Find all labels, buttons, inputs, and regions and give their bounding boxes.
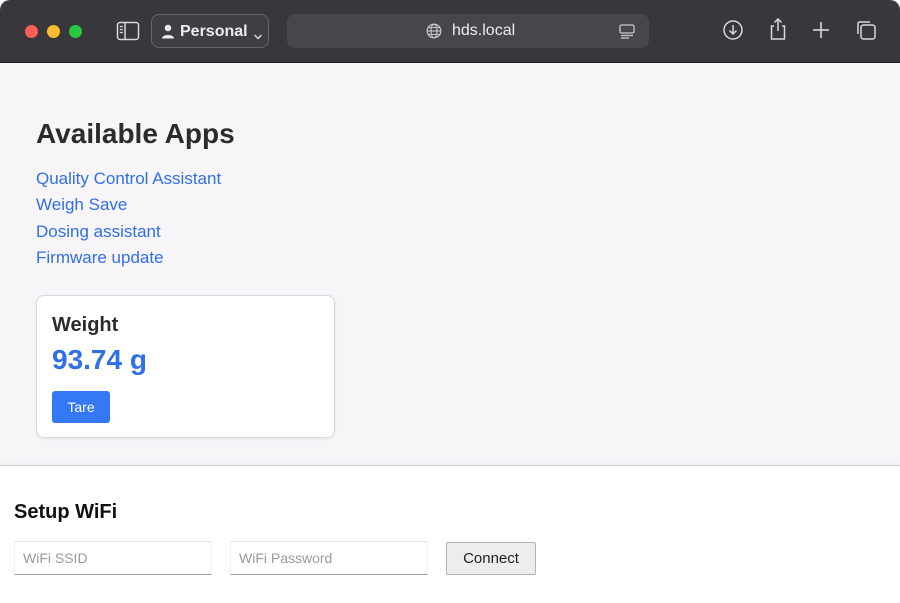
tab-overview-icon[interactable]: [855, 19, 877, 41]
chevron-down-icon: [253, 28, 263, 40]
sidebar-icon[interactable]: [116, 20, 140, 42]
address-bar[interactable]: hds.local: [287, 14, 649, 48]
app-link-weigh-save[interactable]: Weigh Save: [36, 195, 127, 214]
app-link-firmware-update[interactable]: Firmware update: [36, 248, 164, 267]
plus-icon[interactable]: [810, 19, 832, 41]
list-item: Weigh Save: [36, 195, 221, 221]
app-link-dosing-assistant[interactable]: Dosing assistant: [36, 222, 161, 241]
list-item: Quality Control Assistant: [36, 169, 221, 195]
url-text: hds.local: [452, 22, 516, 39]
wifi-ssid-input[interactable]: [14, 541, 212, 575]
browser-toolbar: Personal hds.local: [0, 0, 900, 63]
list-item: Firmware update: [36, 248, 221, 274]
weight-reading: 93.74 g: [52, 344, 147, 375]
profile-button[interactable]: Personal: [151, 14, 269, 48]
wifi-title: Setup WiFi: [14, 501, 118, 523]
reader-mode-icon[interactable]: [619, 24, 635, 39]
close-window-button[interactable]: [25, 25, 38, 38]
connect-button[interactable]: Connect: [446, 542, 536, 575]
share-icon[interactable]: [767, 17, 789, 40]
wifi-password-input[interactable]: [230, 541, 428, 575]
app-list: Quality Control Assistant Weigh Save Dos…: [36, 169, 221, 274]
list-item: Dosing assistant: [36, 222, 221, 248]
person-icon: [161, 24, 175, 39]
globe-icon: [426, 23, 442, 39]
zoom-window-button[interactable]: [69, 25, 82, 38]
weight-card-title: Weight: [52, 314, 119, 336]
weight-card: Weight 93.74 g Tare: [36, 295, 335, 438]
download-icon[interactable]: [722, 19, 744, 41]
app-link-quality-control[interactable]: Quality Control Assistant: [36, 169, 221, 188]
tare-button[interactable]: Tare: [52, 391, 110, 423]
wifi-setup-panel: Setup WiFi Connect: [0, 465, 900, 603]
minimize-window-button[interactable]: [47, 25, 60, 38]
profile-label: Personal: [180, 23, 248, 40]
page-content: Available Apps Quality Control Assistant…: [0, 63, 900, 465]
page-title: Available Apps: [36, 118, 235, 149]
